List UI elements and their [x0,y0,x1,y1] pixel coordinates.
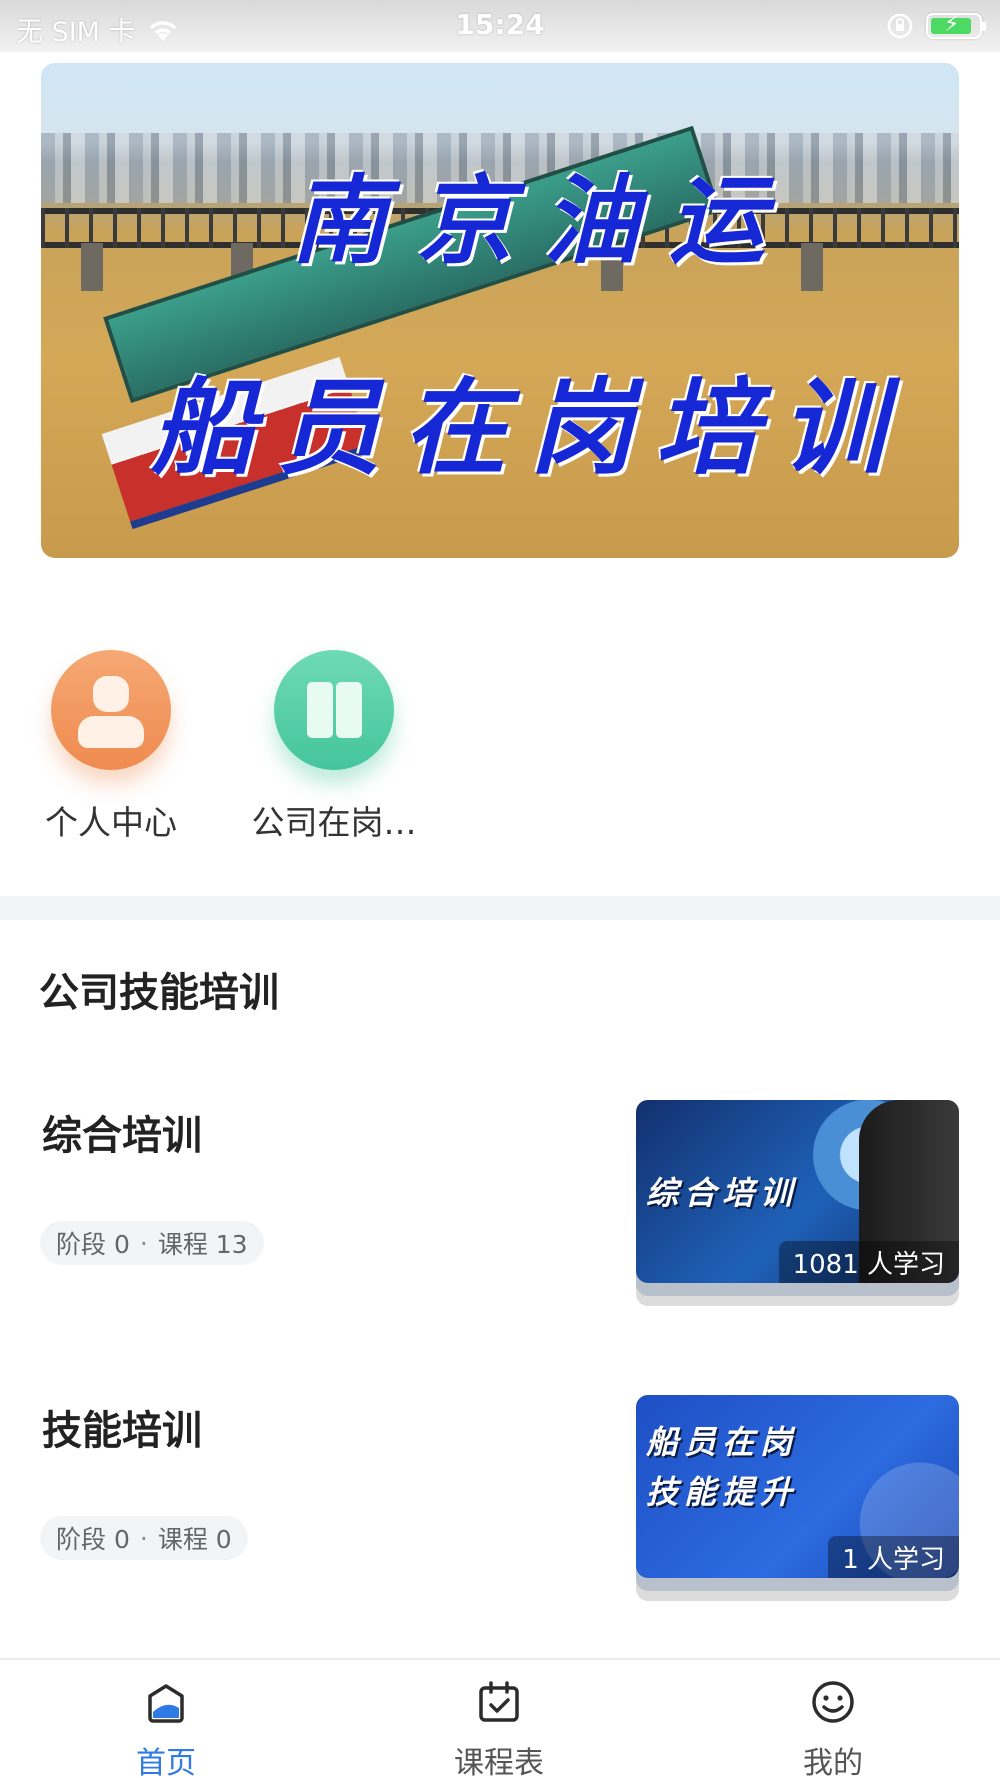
tab-label: 我的 [803,1746,863,1778]
course-meta-badge: 阶段 0 · 课程 13 [40,1221,264,1265]
course-title: 综合培训 [42,1113,202,1159]
cover-text-line1: 船员在岗 [646,1423,799,1461]
bottom-tab-bar: 首页 课程表 我的 [0,1658,1000,1778]
quick-entry-label: 公司在岗… [251,803,417,842]
course-lessons: 课程 13 [157,1230,248,1259]
tab-label: 课程表 [454,1746,544,1778]
course-cover-image: 船员在岗 技能提升 1 人学习 [636,1395,959,1578]
quick-entry-grid: 个人中心 公司在岗… [0,650,1000,850]
quick-entry-company-training[interactable]: 公司在岗… [244,650,424,844]
person-icon [51,650,171,770]
home-icon [148,1684,184,1723]
course-lessons: 课程 0 [157,1525,232,1554]
tab-schedule[interactable]: 课程表 [419,1678,579,1778]
section-divider [0,896,1000,920]
tab-home[interactable]: 首页 [86,1678,246,1778]
course-stage: 阶段 0 [56,1525,130,1554]
banner-title-line1: 南京油运 [291,164,795,277]
tab-mine[interactable]: 我的 [753,1678,913,1778]
course-thumbnail[interactable]: 综合培训 1081 人学习 [636,1100,959,1306]
status-time: 15:24 [455,8,545,41]
quick-entry-personal-center[interactable]: 个人中心 [21,650,201,844]
course-card-skills[interactable]: 技能培训 阶段 0 · 课程 0 船员在岗 技能提升 1 人学习 [0,1395,1000,1608]
course-stage: 阶段 0 [56,1230,130,1259]
calendar-icon [479,1681,519,1722]
battery-charging-icon: ⚡ [926,12,986,39]
course-cover-image: 综合培训 1081 人学习 [636,1100,959,1283]
cover-text: 综合培训 [646,1174,799,1212]
book-icon [274,650,394,770]
banner-title-line2: 船员在岗培训 [151,366,908,489]
orientation-lock-icon [887,13,913,39]
section-title: 公司技能培训 [39,970,279,1016]
smiley-icon [812,1681,854,1723]
learner-count: 1 人学习 [828,1536,959,1578]
course-title: 技能培训 [42,1408,202,1454]
banner-carousel[interactable]: 南京油运 船员在岗培训 [41,63,959,558]
cover-text-line2: 技能提升 [646,1473,799,1511]
status-right: ⚡ [886,12,986,40]
course-card-comprehensive[interactable]: 综合培训 阶段 0 · 课程 13 综合培训 1081 人学习 [0,1100,1000,1313]
status-bar: 无 SIM 卡 15:24 ⚡ [0,0,1000,52]
meta-separator: · [139,1523,148,1553]
quick-entry-label: 个人中心 [45,803,177,842]
learner-count: 1081 人学习 [778,1241,959,1283]
tab-label: 首页 [136,1746,196,1778]
course-meta-badge: 阶段 0 · 课程 0 [40,1516,248,1560]
meta-separator: · [139,1228,148,1258]
course-thumbnail[interactable]: 船员在岗 技能提升 1 人学习 [636,1395,959,1601]
